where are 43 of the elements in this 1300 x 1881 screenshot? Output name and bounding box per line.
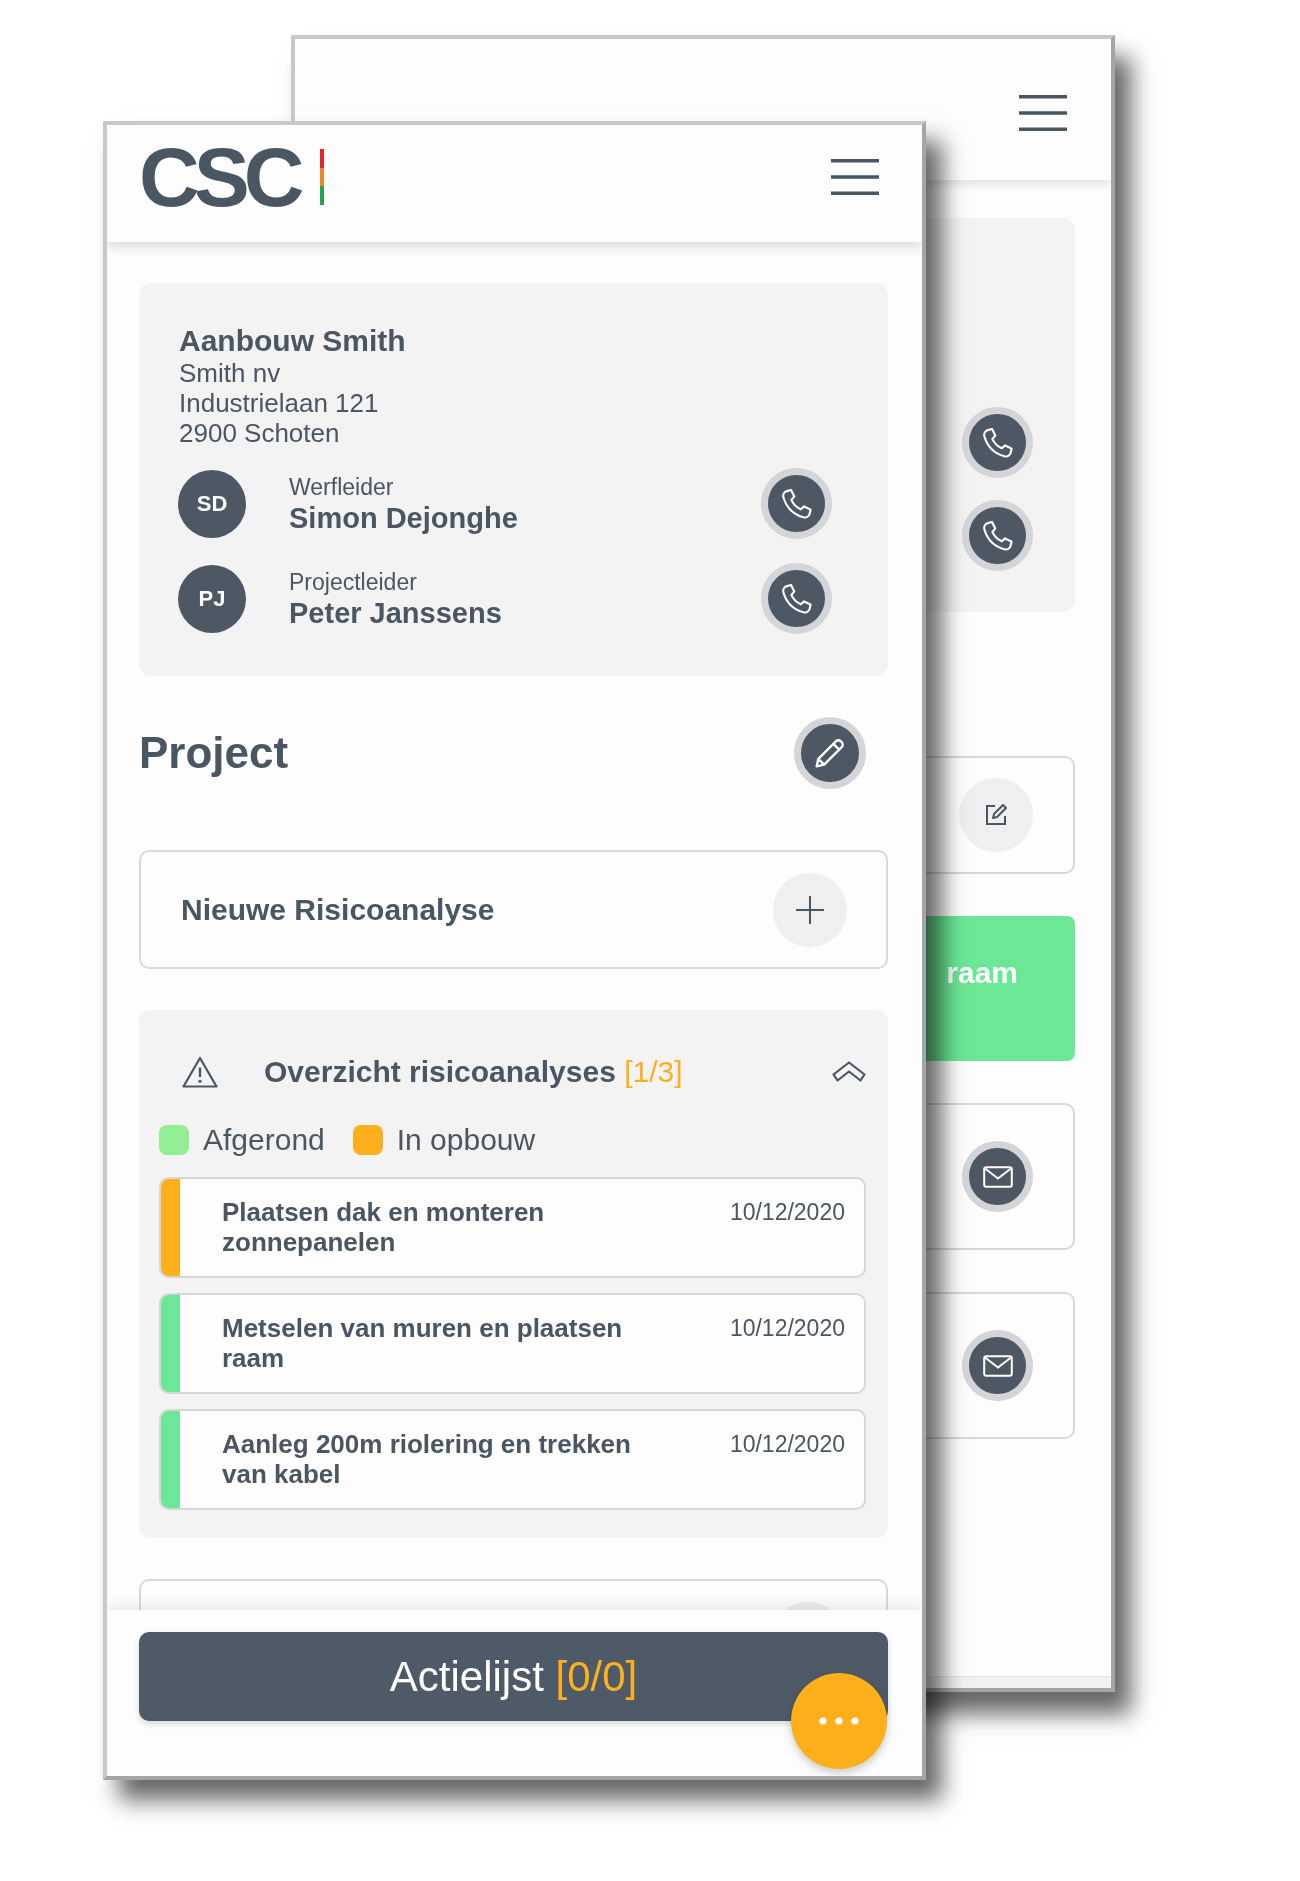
address-line: Smith nv bbox=[179, 358, 282, 388]
phone-icon bbox=[982, 427, 1013, 458]
initials-avatar: SD bbox=[178, 469, 246, 538]
contact-name: Simon Dejonghe bbox=[289, 500, 518, 535]
item-title: Aanleg 200m riolering en trekken van kabel bbox=[222, 1429, 632, 1489]
item-title: Plaatsen dak en monteren zonnepanelen bbox=[222, 1197, 546, 1257]
phone-icon bbox=[781, 583, 812, 614]
double-chevron-icon[interactable] bbox=[832, 1061, 866, 1083]
dots-icon bbox=[819, 1717, 859, 1725]
edit-icon bbox=[983, 802, 1009, 828]
contact-role: Projectleider bbox=[289, 567, 418, 596]
address-line: 2900 Schoten bbox=[179, 418, 341, 448]
pencil-icon bbox=[815, 738, 845, 768]
card-title: Nieuwe Risicoanalyse bbox=[181, 891, 495, 928]
section-heading: Project bbox=[139, 728, 289, 778]
address-line: Industrielaan 121 bbox=[179, 388, 380, 418]
phone-icon bbox=[982, 520, 1013, 551]
item-date: 10/12/2020 bbox=[729, 1430, 845, 1459]
new-analysis-card[interactable]: Nieuwe Risicoanalyse bbox=[139, 850, 888, 969]
item-date: 10/12/2020 bbox=[729, 1314, 845, 1343]
plus-icon bbox=[796, 895, 824, 924]
item-date: 10/12/2020 bbox=[729, 1198, 845, 1227]
risk-analysis-card[interactable]: Metselen van muren en plaatsen raam 10/12/2020 bbox=[159, 1293, 866, 1394]
envelope-icon bbox=[982, 1354, 1013, 1377]
card-title: raam bbox=[946, 956, 1018, 990]
contact-name: Peter Janssens bbox=[289, 595, 502, 630]
site-title: Aanbouw Smith bbox=[179, 324, 407, 358]
legend-label: In opbouw bbox=[396, 1123, 536, 1157]
logo-text: CSC bbox=[139, 134, 299, 219]
action-list-button[interactable]: Actielijst [0/0] bbox=[139, 1632, 888, 1721]
phone-icon bbox=[781, 488, 812, 519]
risk-analysis-card[interactable]: Aanleg 200m riolering en trekken van kabel 10/12/2020 bbox=[159, 1409, 866, 1510]
envelope-icon bbox=[982, 1165, 1013, 1188]
menu-icon[interactable] bbox=[831, 158, 879, 195]
item-title: Metselen van muren en plaatsen raam bbox=[222, 1313, 624, 1373]
initials-avatar: PJ bbox=[178, 564, 246, 633]
legend-label: Afgerond bbox=[203, 1123, 325, 1157]
logo-stripe-icon bbox=[320, 148, 325, 205]
warning-icon bbox=[182, 1056, 218, 1088]
contact-role: Werfleider bbox=[289, 472, 395, 501]
section-title: Overzicht risicoanalyses [1/3] bbox=[264, 1054, 683, 1090]
menu-icon[interactable] bbox=[1019, 95, 1067, 131]
risk-analysis-card[interactable]: Plaatsen dak en monteren zonnepanelen 10/12/2020 bbox=[159, 1177, 866, 1278]
